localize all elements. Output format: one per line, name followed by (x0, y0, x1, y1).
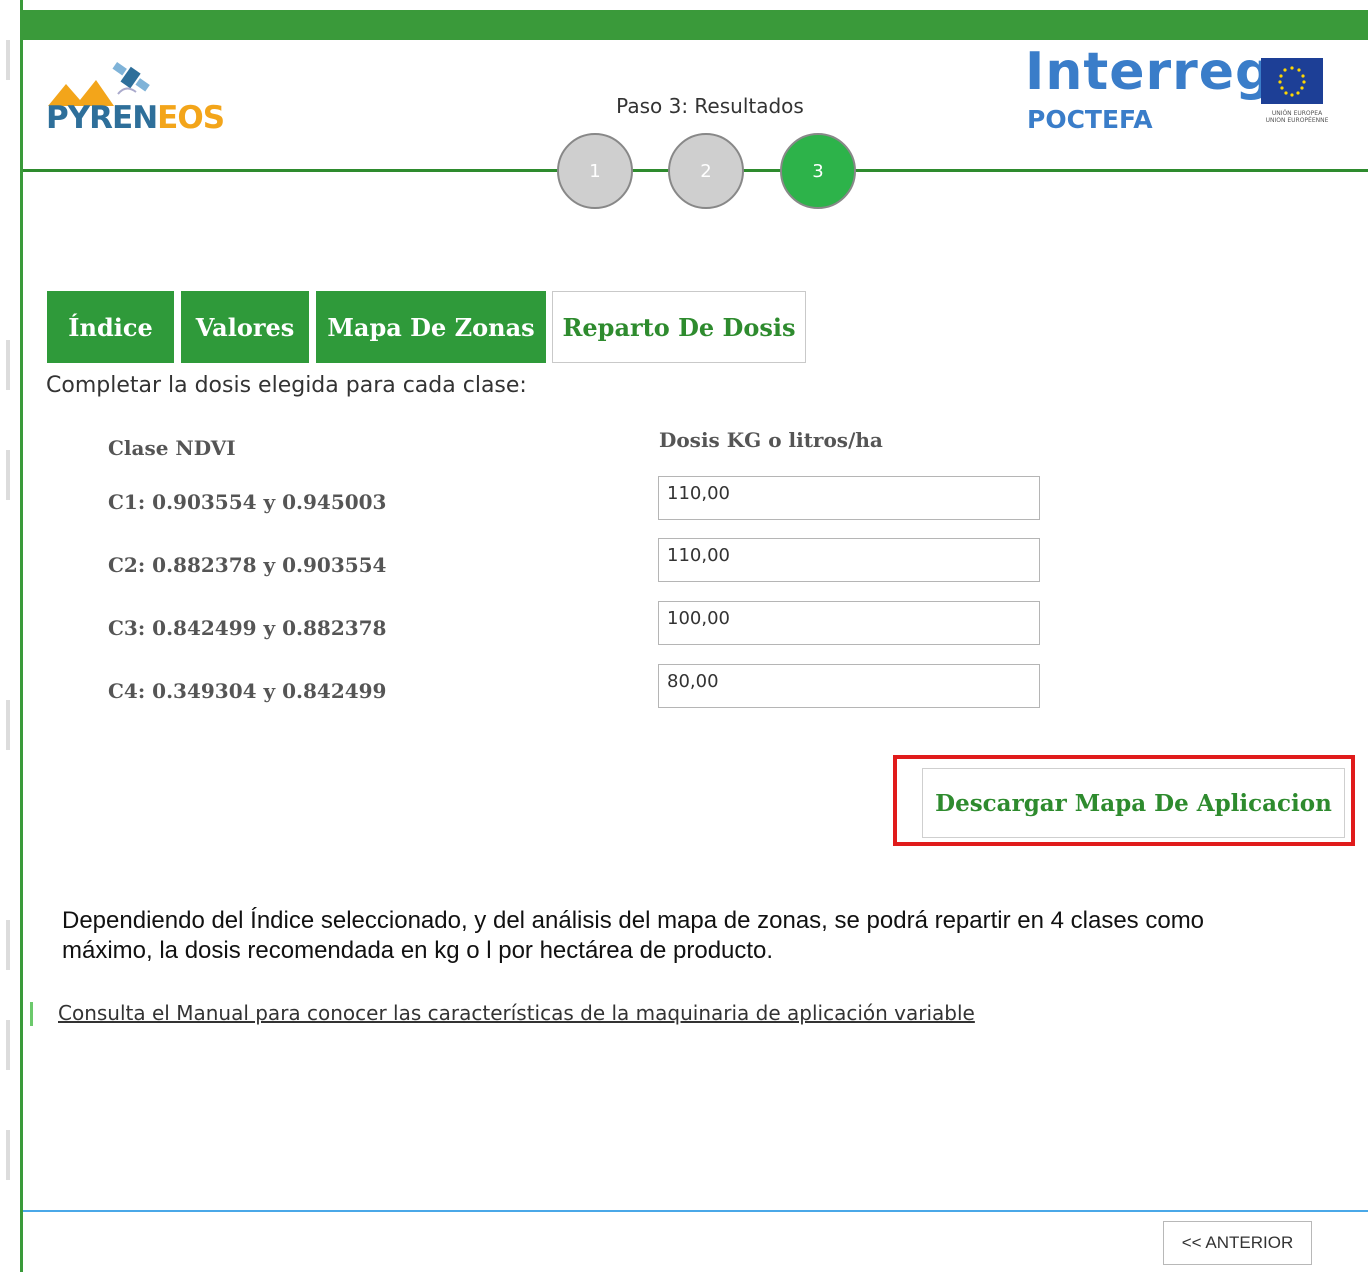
tab-reparto-de-dosis[interactable]: Reparto De Dosis (552, 291, 806, 363)
step-2[interactable]: 2 (668, 133, 744, 209)
pyreneos-logo: PYRENEOS (44, 50, 244, 140)
interreg-wordmark: Interreg (1025, 42, 1274, 102)
instructions-text: Completar la dosis elegida para cada cla… (46, 373, 527, 398)
step-title: Paso 3: Resultados (616, 94, 804, 118)
eu-flag-icon (1261, 58, 1323, 104)
dose-input-c1[interactable]: 110,00 (658, 476, 1040, 520)
tab-indice[interactable]: Índice (47, 291, 174, 363)
manual-link[interactable]: Consulta el Manual para conocer las cara… (58, 1001, 975, 1025)
tab-mapa-de-zonas[interactable]: Mapa De Zonas (316, 291, 546, 363)
class-label-c4: C4: 0.349304 y 0.842499 (108, 679, 387, 703)
gutter-mark (6, 700, 10, 750)
interreg-logo: Interreg POCTEFA UNIÓN EUROPEA UNION EURO… (1025, 42, 1355, 140)
dose-input-c3[interactable]: 100,00 (658, 601, 1040, 645)
gutter-mark (6, 1020, 10, 1070)
dose-input-c2[interactable]: 110,00 (658, 538, 1040, 582)
gutter-mark (6, 920, 10, 970)
gutter-border (20, 0, 23, 1272)
tab-reparto-label: Reparto De Dosis (562, 312, 796, 342)
column-header-class: Clase NDVI (108, 436, 236, 460)
step-3[interactable]: 3 (780, 133, 856, 209)
dose-input-c4[interactable]: 80,00 (658, 664, 1040, 708)
tab-valores[interactable]: Valores (181, 291, 309, 363)
eu-caption: UNIÓN EUROPEA UNION EUROPÉENNE (1265, 110, 1329, 124)
description-line-2: máximo, la dosis recomendada en kg o l p… (62, 937, 774, 964)
step-2-label: 2 (700, 160, 712, 182)
class-label-c1: C1: 0.903554 y 0.945003 (108, 490, 387, 514)
tab-mapa-label: Mapa De Zonas (327, 312, 535, 342)
top-bar (23, 10, 1368, 40)
tab-indice-label: Índice (68, 312, 153, 342)
step-1-label: 1 (589, 160, 601, 182)
gutter-mark (6, 40, 10, 80)
step-3-label: 3 (812, 160, 824, 182)
gutter-mark (6, 340, 10, 390)
download-map-button[interactable]: Descargar Mapa De Aplicacion (922, 768, 1345, 838)
download-map-label: Descargar Mapa De Aplicacion (935, 789, 1332, 817)
previous-button[interactable]: << ANTERIOR (1163, 1221, 1312, 1265)
class-label-c3: C3: 0.842499 y 0.882378 (108, 616, 387, 640)
step-1[interactable]: 1 (557, 133, 633, 209)
manual-link-marker (30, 1002, 33, 1026)
column-header-dose: Dosis KG o litros/ha (659, 428, 883, 452)
poctefa-wordmark: POCTEFA (1027, 105, 1153, 134)
window-gutter (0, 0, 20, 1272)
class-label-c2: C2: 0.882378 y 0.903554 (108, 553, 387, 577)
description-text: Dependiendo del Índice seleccionado, y d… (62, 906, 1368, 966)
gutter-mark (6, 450, 10, 500)
gutter-mark (6, 1130, 10, 1180)
logo-wordmark: PYRENEOS (46, 100, 225, 136)
tab-valores-label: Valores (195, 312, 295, 342)
footer-divider (23, 1210, 1368, 1212)
description-line-1: Dependiendo del Índice seleccionado, y d… (62, 907, 1205, 934)
